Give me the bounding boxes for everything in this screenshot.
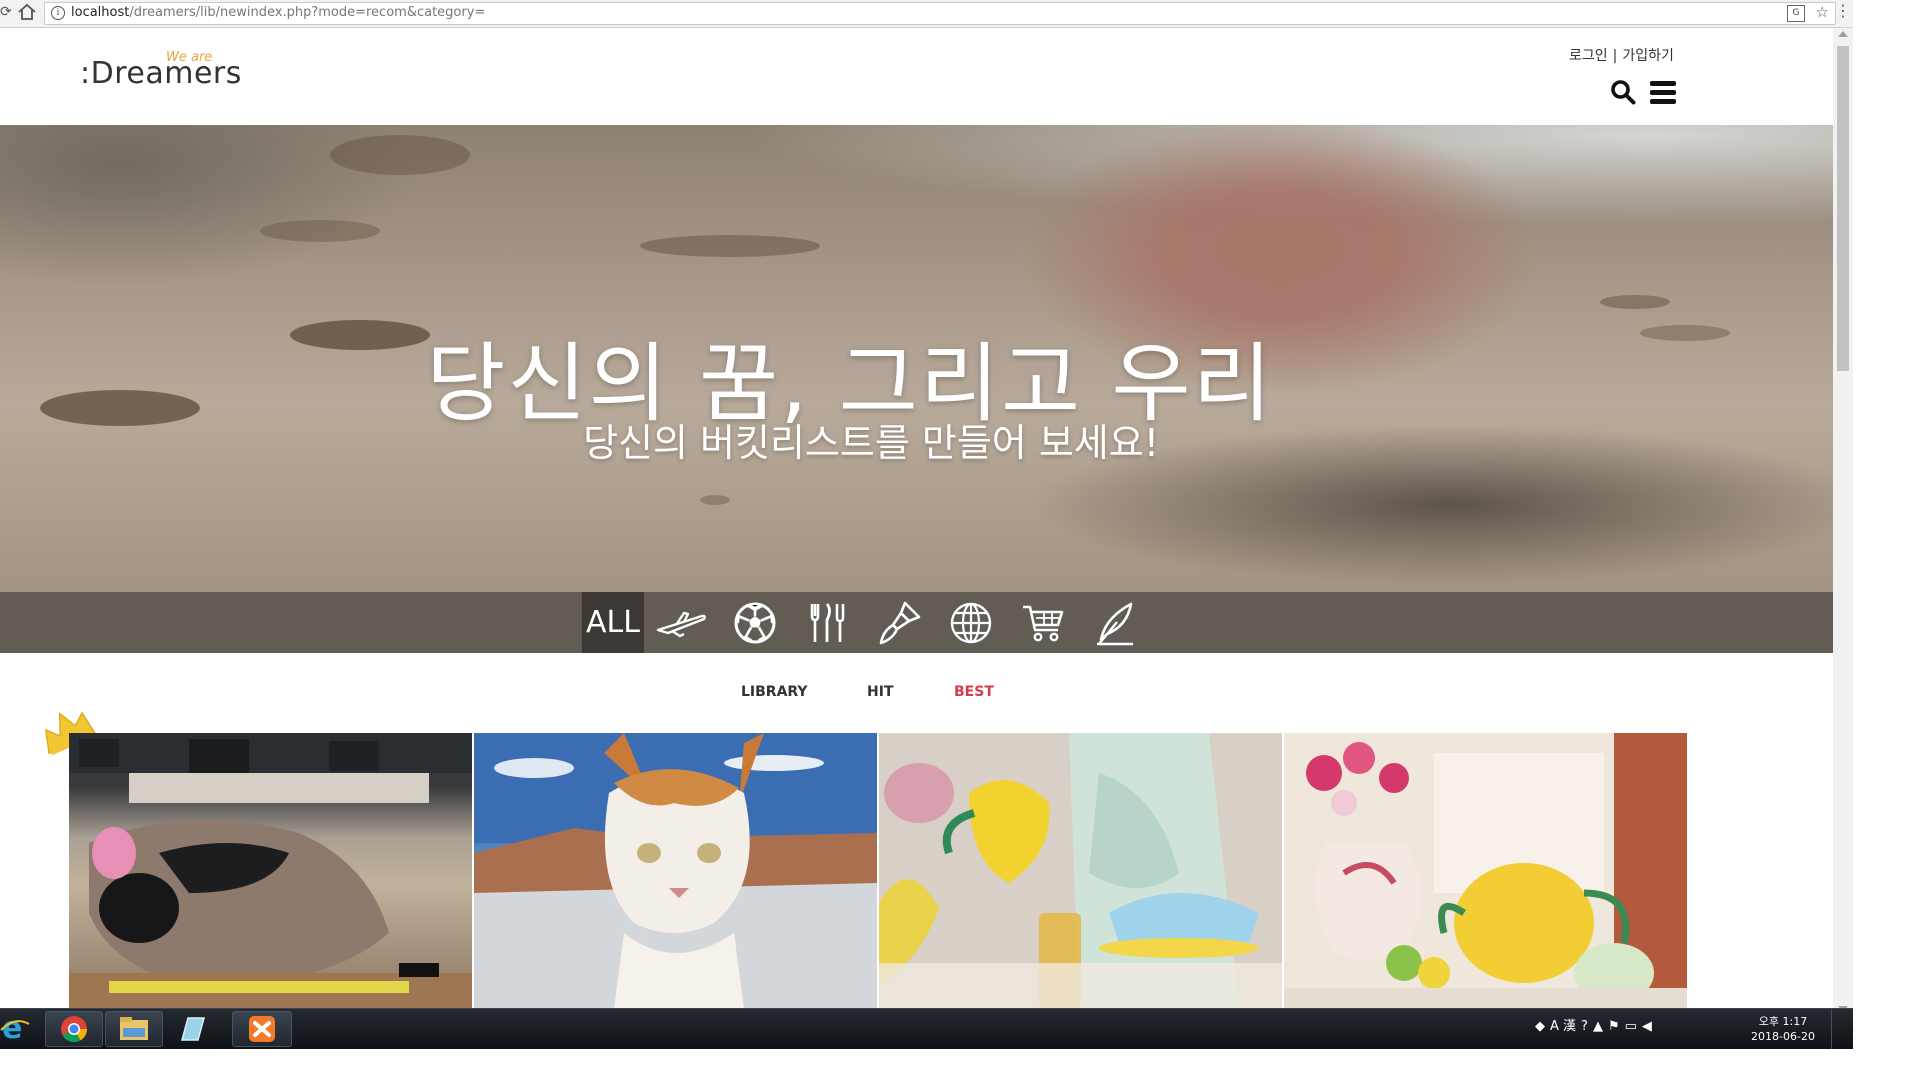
soccer-ball-icon [734,602,776,643]
os-taskbar: e ◆ A 漢? ▲ ⚑ ▭ ◀ 오후 1:17 2018-06-20 [0,1008,1853,1049]
browser-menu-icon[interactable]: ⋮ [1835,3,1851,19]
notepad-icon [181,1017,205,1041]
taskbar-clock[interactable]: 오후 1:17 2018-06-20 [1748,1014,1818,1044]
internet-explorer-icon[interactable]: e [0,1012,30,1044]
category-food[interactable] [796,592,858,653]
system-tray: ◆ A 漢? ▲ ⚑ ▭ ◀ [1535,1015,1657,1043]
show-desktop-button[interactable] [1831,1009,1854,1049]
hero-subtitle: 당신의 버킷리스트를 만들어 보세요! [583,421,1159,465]
taskbar-explorer-button[interactable] [105,1011,163,1047]
category-writing[interactable] [1084,592,1146,653]
category-sports[interactable] [724,592,786,653]
sleeping-person-photo [69,733,472,1008]
file-explorer-icon [120,1017,148,1040]
taskbar-xampp-button[interactable] [232,1011,292,1047]
page-scrollbar[interactable] [1833,28,1853,1015]
svg-text:e: e [2,1012,22,1044]
cutlery-icon [810,602,845,642]
clock-time: 오후 1:17 [1758,1015,1808,1028]
url-text[interactable]: localhost/dreamers/lib/newindex.php?mode… [71,5,485,20]
tab-hit[interactable]: HIT [867,684,893,700]
teapot-flowers-photo [1284,733,1687,1008]
translate-icon[interactable]: G [1787,5,1805,22]
category-travel[interactable] [650,592,712,653]
sort-tabs: LIBRARY HIT BEST [0,684,1833,704]
site-logo[interactable]: We are :Dreamers [80,50,242,91]
scroll-up-arrow-icon[interactable] [1838,31,1848,37]
logo-tagline: We are [166,50,213,65]
network-icon[interactable]: ▭ [1625,1019,1637,1034]
hamburger-menu-icon[interactable] [1650,81,1676,104]
site-info-icon[interactable]: i [51,6,65,20]
gallery-item-lemonade[interactable] [879,733,1282,1008]
globe-icon [950,602,992,643]
home-icon[interactable] [17,3,37,21]
site-header: We are :Dreamers 로그인 | 가입하기 [0,28,1833,125]
reload-icon[interactable]: ⟳ [0,4,12,20]
bookmark-star-icon[interactable]: ☆ [1816,3,1829,21]
taskbar-notepad-button[interactable] [172,1014,212,1048]
help-icon[interactable]: ? [1581,1019,1588,1034]
login-link[interactable]: 로그인 [1569,48,1608,64]
chrome-icon [61,1016,88,1043]
hero-banner: 당신의 꿈, 그리고 우리 당신의 버킷리스트를 만들어 보세요! [0,125,1833,592]
browser-toolbar: ⟳ i localhost/dreamers/lib/newindex.php?… [0,0,1853,28]
taskbar-chrome-button[interactable] [45,1011,103,1047]
tab-library[interactable]: LIBRARY [741,684,808,700]
gallery-item-cat[interactable] [474,733,877,1008]
gallery-item-teapot[interactable] [1284,733,1687,1008]
clock-date: 2018-06-20 [1751,1030,1815,1043]
cat-photo [474,733,877,1008]
paint-brush-icon [879,601,921,644]
category-world[interactable] [940,592,1002,653]
auth-separator: | [1612,48,1618,64]
tab-best[interactable]: BEST [954,684,994,700]
category-shopping[interactable] [1012,592,1074,653]
category-all[interactable]: ALL [582,592,644,653]
gallery-item-sleeping-person[interactable] [69,733,472,1008]
feather-pen-icon [1097,602,1133,645]
flag-icon[interactable]: ⚑ [1608,1019,1620,1034]
search-icon[interactable] [1610,79,1636,105]
category-art[interactable] [868,592,930,653]
xampp-icon [249,1016,275,1042]
signup-link[interactable]: 가입하기 [1622,48,1674,64]
best-gallery [69,733,1689,1008]
lemonade-pouring-photo [879,733,1282,1008]
airplane-icon [656,611,706,637]
ime-indicator[interactable]: A 漢 [1550,1015,1576,1034]
volume-icon[interactable]: ◀ [1642,1019,1652,1034]
tray-arrow-icon[interactable]: ▲ [1593,1019,1603,1034]
language-icon[interactable]: ◆ [1535,1019,1545,1034]
scrollbar-thumb[interactable] [1837,46,1849,371]
address-bar[interactable]: i localhost/dreamers/lib/newindex.php?mo… [44,2,1836,25]
shopping-cart-icon [1023,605,1064,641]
logo-text: :Dreamers [80,56,242,91]
category-bar: ALL [0,592,1833,653]
auth-links: 로그인 | 가입하기 [1569,45,1674,65]
